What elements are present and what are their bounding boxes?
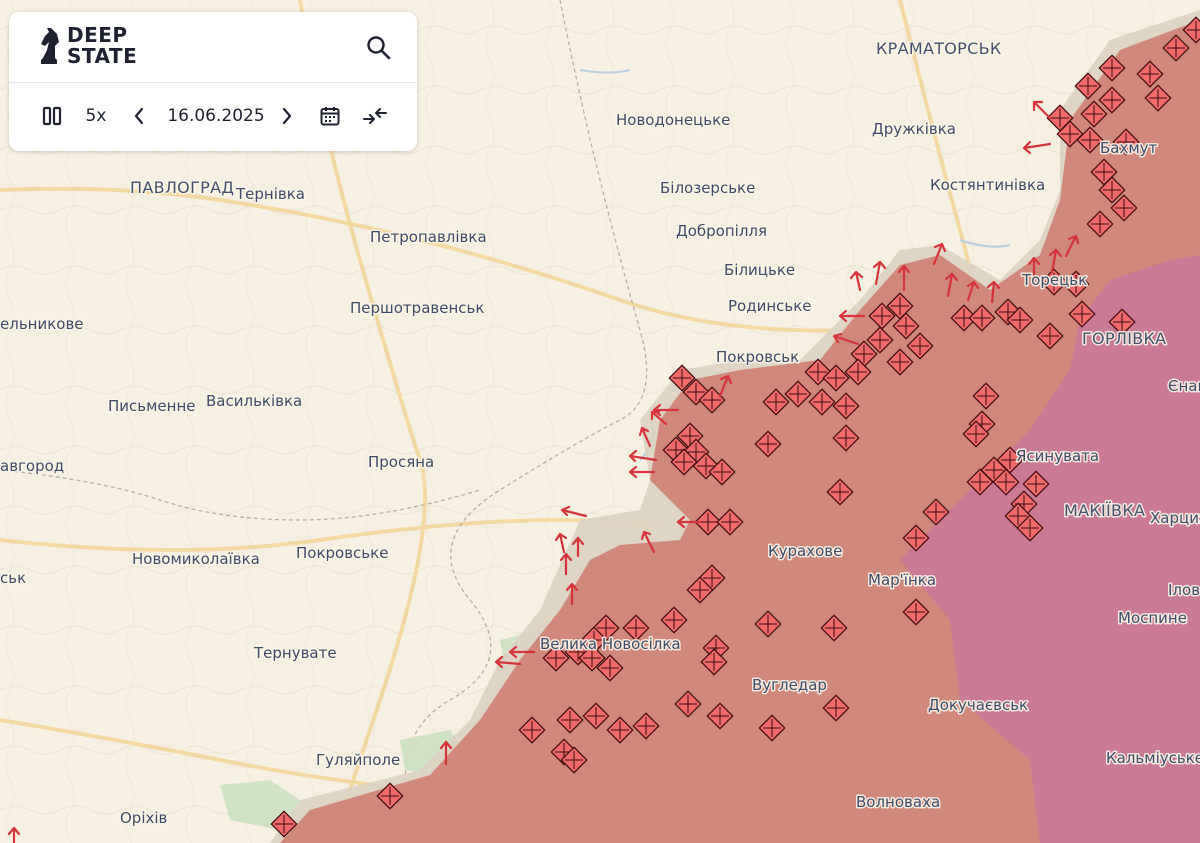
speed-button[interactable]: 5x — [79, 98, 113, 134]
logo[interactable]: DEEP STATE — [37, 24, 137, 68]
next-date-button[interactable] — [275, 98, 299, 134]
city-label: Єнакієве — [1168, 377, 1200, 395]
city-label: Іловайськ — [1168, 581, 1200, 599]
calendar-icon — [320, 107, 340, 126]
calendar-button[interactable] — [315, 98, 345, 134]
compare-button[interactable] — [359, 98, 391, 134]
prev-date-button[interactable] — [127, 98, 151, 134]
pause-button[interactable] — [37, 98, 67, 134]
current-date[interactable]: 16.06.2025 — [161, 98, 271, 134]
city-label: Письменне — [108, 397, 196, 415]
city-label: Тернівка — [235, 185, 305, 203]
city-label: Покровське — [296, 544, 388, 562]
map-view[interactable]: КРАМАТОРСЬК Новодонецьке Дружківка ПАВЛО… — [0, 0, 1200, 843]
search-button[interactable] — [365, 34, 393, 62]
city-label: Білозерське — [660, 179, 755, 197]
city-label: Білицьке — [724, 261, 795, 279]
city-label: Гуляйполе — [316, 751, 400, 769]
logo-line-2: STATE — [67, 44, 138, 68]
compare-arrows-icon — [363, 108, 387, 124]
pause-icon — [42, 106, 62, 126]
city-label: Новодонецьке — [616, 111, 730, 129]
city-label: Родинське — [728, 297, 812, 315]
chevron-right-icon — [282, 107, 292, 125]
city-label: Кальміуське — [1106, 749, 1200, 767]
city-label: Васильківка — [206, 392, 302, 410]
city-label: ГОРЛІВКА — [1082, 329, 1166, 348]
knight-icon — [41, 28, 59, 64]
city-label: Дружківка — [872, 120, 956, 138]
city-label: Курахове — [768, 542, 842, 560]
city-label: ПАВЛОГРАД — [130, 178, 234, 197]
city-label: Докучаєвськ — [928, 696, 1028, 714]
city-label: Торецьк — [1021, 271, 1087, 289]
city-label: Велика Новосілка — [540, 635, 681, 653]
chevron-left-icon — [134, 107, 144, 125]
logo-line-1: DEEP — [67, 23, 128, 47]
panel-divider — [9, 82, 417, 83]
city-label: Харцизь — [1150, 509, 1200, 527]
city-label: Новомиколаївка — [132, 550, 260, 568]
search-icon — [367, 36, 391, 60]
city-label: Тернувате — [253, 644, 337, 662]
control-panel: DEEP STATE 5x 16.06.2025 — [9, 12, 417, 151]
city-label: Добропілля — [676, 222, 767, 240]
city-label: Вугледар — [752, 676, 827, 694]
city-label: КРАМАТОРСЬК — [876, 39, 1002, 58]
city-label: Просяна — [368, 453, 434, 471]
timeline-toolbar: 5x 16.06.2025 — [9, 98, 417, 134]
city-label: Петропавлівка — [370, 228, 487, 246]
city-label: Моспине — [1118, 609, 1187, 627]
city-label: Волноваха — [856, 793, 940, 811]
city-label: Мар'їнка — [868, 571, 936, 589]
city-label: Ясинувата — [1016, 447, 1099, 465]
city-label: Оріхів — [120, 809, 167, 827]
city-label: МАКІЇВКА — [1064, 501, 1145, 520]
city-label: авгород — [0, 457, 64, 475]
city-label: Покровськ — [716, 348, 799, 366]
city-label: Костянтинівка — [930, 176, 1045, 194]
city-label: ельникове — [0, 315, 84, 333]
logo-text: DEEP STATE — [67, 25, 137, 67]
city-label: Бахмут — [1100, 139, 1158, 157]
city-label: ськ — [0, 569, 26, 587]
city-label: Першотравенськ — [350, 299, 484, 317]
